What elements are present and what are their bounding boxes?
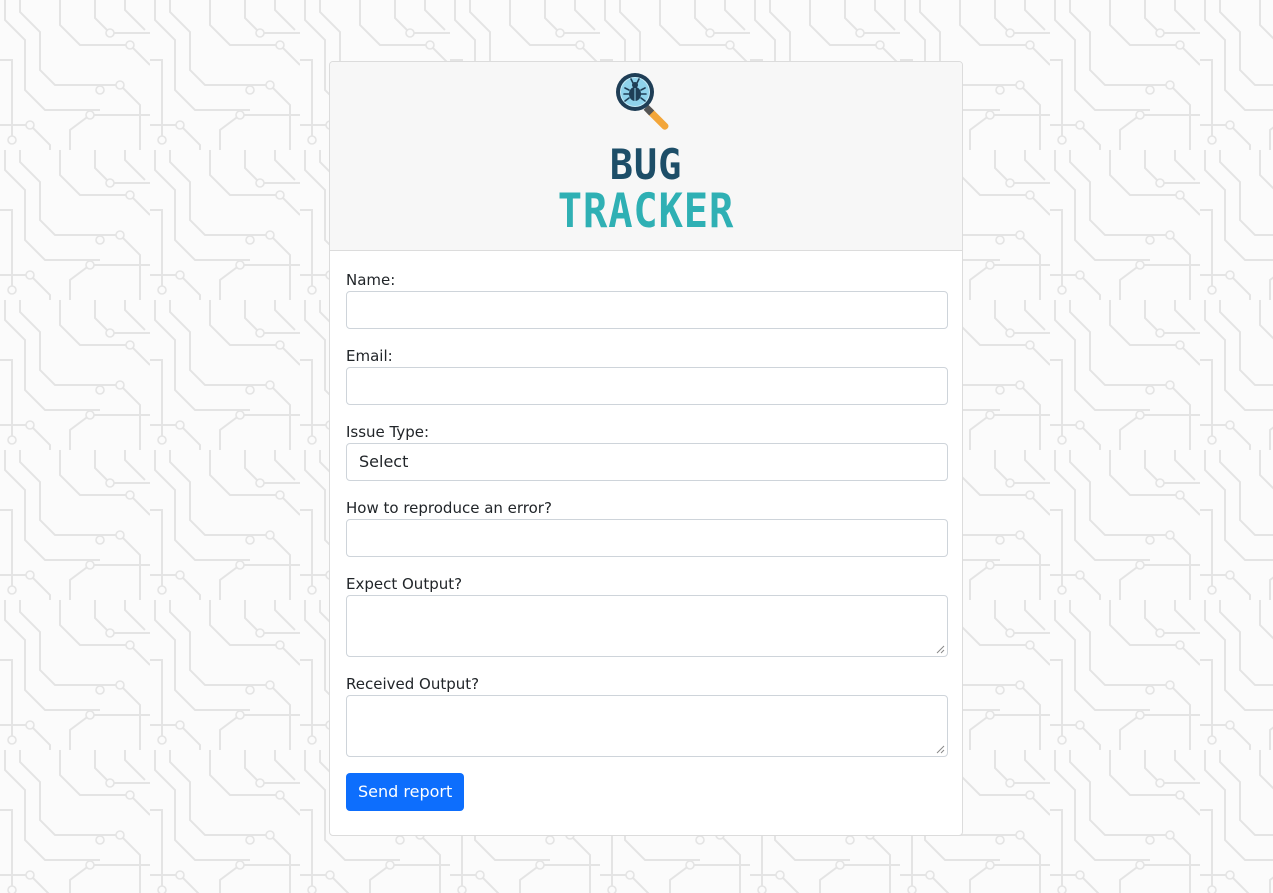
card-header: BUG TRACKER xyxy=(330,62,962,251)
email-input[interactable] xyxy=(346,367,948,405)
issue-type-field-group: Issue Type: Select xyxy=(346,421,948,481)
reproduce-field-group: How to reproduce an error? xyxy=(346,497,948,557)
issue-type-selected-value: Select xyxy=(359,452,409,471)
expected-output-textarea[interactable] xyxy=(346,595,948,657)
issue-type-label: Issue Type: xyxy=(346,423,430,441)
expected-output-field-group: Expect Output? xyxy=(346,573,948,657)
reproduce-label: How to reproduce an error? xyxy=(346,499,552,517)
received-output-textarea[interactable] xyxy=(346,695,948,757)
received-output-field-group: Received Output? xyxy=(346,673,948,757)
issue-type-select[interactable]: Select xyxy=(346,443,948,481)
name-field-group: Name: xyxy=(346,269,948,329)
resize-grip-icon[interactable] xyxy=(936,745,945,754)
report-form: Name: Email: Issue Type: Select How to r… xyxy=(330,251,962,811)
bug-report-card: BUG TRACKER Name: Email: Issue Type: Sel… xyxy=(329,61,963,836)
reproduce-input[interactable] xyxy=(346,519,948,557)
logo-text-tracker: TRACKER xyxy=(557,184,735,239)
resize-grip-icon[interactable] xyxy=(936,645,945,654)
name-label: Name: xyxy=(346,271,396,289)
expected-output-label: Expect Output? xyxy=(346,575,463,593)
logo-text-bug: BUG xyxy=(609,140,683,189)
email-label: Email: xyxy=(346,347,393,365)
bug-magnifier-icon xyxy=(613,70,681,140)
email-field-group: Email: xyxy=(346,345,948,405)
send-report-button[interactable]: Send report xyxy=(346,773,465,811)
received-output-label: Received Output? xyxy=(346,675,480,693)
name-input[interactable] xyxy=(346,291,948,329)
